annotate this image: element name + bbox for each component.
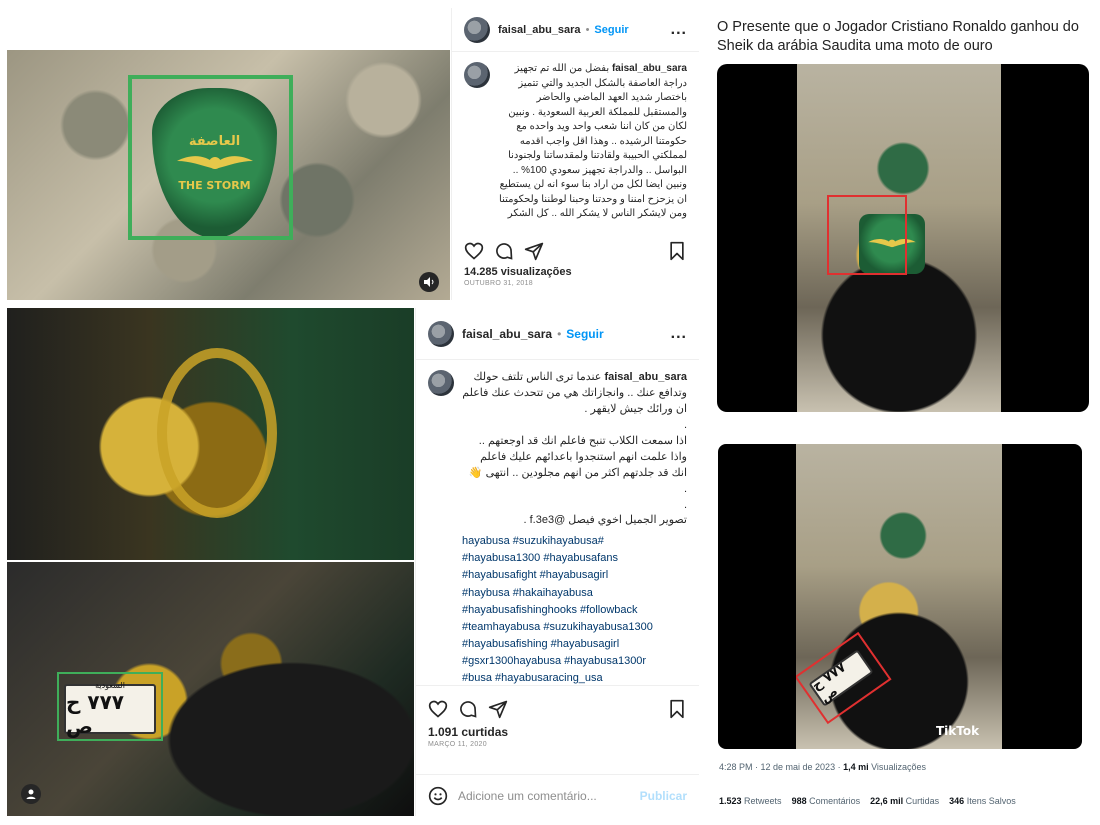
tweet-views-value: 1,4 mi	[843, 762, 869, 772]
views-count: 14.285 visualizações	[464, 266, 572, 278]
hashtag-line[interactable]: #busa #hayabusaracing_usa	[462, 670, 687, 685]
username[interactable]: faisal_abu_sara	[462, 327, 552, 341]
more-options-button[interactable]: ...	[671, 325, 687, 343]
more-options-button[interactable]: ...	[671, 21, 687, 39]
share-icon[interactable]	[524, 241, 544, 261]
heart-icon[interactable]	[464, 241, 484, 261]
caption-line: .	[683, 418, 687, 431]
tweet-stats: 1.523 Retweets 988 Comentários 22,6 mil …	[719, 796, 1016, 806]
retweets-stat[interactable]: 1.523 Retweets	[719, 796, 782, 806]
hashtag-line[interactable]: #teamhayabusa #suzukihayabusa1300	[462, 619, 687, 636]
video-frame-1	[797, 64, 1001, 412]
bookmark-icon[interactable]	[667, 241, 687, 261]
comment-icon[interactable]	[494, 241, 514, 261]
separator: •	[585, 23, 590, 36]
hashtag-line[interactable]: #gsxr1300hayabusa #hayabusa1300r	[462, 653, 687, 670]
hashtag-line[interactable]: hayabusa #suzukihayabusa#	[462, 533, 687, 550]
hashtag-line[interactable]: #hayabusafishinghooks #followback	[462, 602, 687, 619]
share-icon[interactable]	[488, 699, 508, 719]
separator: •	[557, 326, 562, 341]
post2-caption: faisal_abu_sara عندما ترى الناس تلتف حول…	[416, 360, 699, 685]
publish-button[interactable]: Publicar	[640, 789, 687, 803]
comments-value: 988	[791, 796, 807, 806]
post-date: MARÇO 11, 2020	[428, 741, 487, 748]
avatar[interactable]	[464, 16, 490, 43]
sound-button[interactable]	[419, 272, 439, 292]
post-date: OUTUBRO 31, 2018	[464, 280, 533, 287]
tweet-text: O Presente que o Jogador Cristiano Ronal…	[717, 19, 1079, 54]
user-tag-icon	[26, 789, 36, 799]
caption-line: تصوير الجميل اخوي فيصل @f.3e3 .	[523, 514, 687, 527]
post1-actions	[452, 236, 699, 266]
follow-button[interactable]: Seguir	[594, 24, 628, 36]
highlight-box-red	[827, 195, 907, 275]
post1-caption: faisal_abu_sara بفضل من الله تم تجهيز در…	[452, 52, 699, 236]
highlight-box-green	[128, 75, 293, 240]
post1-side-panel: faisal_abu_sara • Seguir ... faisal_abu_…	[451, 8, 699, 300]
post2-side-panel: faisal_abu_sara • Seguir ... faisal_abu_…	[415, 308, 699, 816]
highlight-box-red-plate	[796, 631, 892, 725]
post2-header: faisal_abu_sara • Seguir ...	[416, 308, 699, 360]
hashtag-line[interactable]: #hayabusafishing #hayabusagirl	[462, 636, 687, 653]
user-tag-button[interactable]	[21, 784, 41, 804]
saved-value: 346	[949, 796, 965, 806]
caption-text: بفضل من الله تم تجهيز دراجة العاصفة بالش…	[499, 63, 687, 219]
caption-avatar[interactable]	[428, 370, 454, 396]
tweet-time: 4:28 PM · 12 de mai de 2023 ·	[719, 762, 844, 772]
retweets-label: Retweets	[741, 796, 782, 806]
highlight-box-green-plate	[57, 672, 163, 741]
emoji-icon[interactable]	[428, 786, 448, 806]
caption-avatar[interactable]	[464, 62, 490, 88]
hashtag-line[interactable]: #hayabusafight #hayabusagirl	[462, 567, 687, 584]
bookmark-icon[interactable]	[667, 699, 687, 719]
caption-line: .	[683, 482, 687, 495]
saved-stat[interactable]: 346 Itens Salvos	[949, 796, 1016, 806]
caption-body: faisal_abu_sara عندما ترى الناس تلتف حول…	[462, 370, 687, 529]
likes-label: Curtidas	[903, 796, 940, 806]
comment-input[interactable]: Adicione um comentário...	[458, 789, 597, 803]
video-frame-2: ٧٧٧ ح ص TikTok	[796, 444, 1002, 749]
tweet-views-label: Visualizações	[868, 762, 926, 772]
username[interactable]: faisal_abu_sara	[498, 24, 581, 36]
caption-username[interactable]: faisal_abu_sara	[604, 371, 687, 383]
retweets-value: 1.523	[719, 796, 742, 806]
comment-icon[interactable]	[458, 699, 478, 719]
post1-image: العاصفة THE STORM	[7, 50, 450, 300]
post2-actions	[416, 685, 699, 725]
tiktok-watermark: TikTok	[936, 724, 980, 738]
post2-image-bottom: السعودية ٧٧٧ ح ص	[7, 562, 414, 816]
likes-value: 22,6 mil	[870, 796, 904, 806]
saved-label: Itens Salvos	[964, 796, 1016, 806]
avatar[interactable]	[428, 320, 454, 347]
gold-wheel	[157, 348, 277, 518]
hashtag-line[interactable]: #haybusa #hakaihayabusa	[462, 585, 687, 602]
comments-label: Comentários	[806, 796, 861, 806]
likes-stat[interactable]: 22,6 mil Curtidas	[870, 796, 939, 806]
caption-body: faisal_abu_sara بفضل من الله تم تجهيز در…	[498, 62, 687, 226]
sound-icon	[424, 277, 434, 287]
comments-stat[interactable]: 988 Comentários	[792, 796, 861, 806]
tweet-video-2[interactable]: ٧٧٧ ح ص TikTok	[718, 444, 1082, 749]
post1-header: faisal_abu_sara • Seguir ...	[452, 8, 699, 52]
caption-username[interactable]: faisal_abu_sara	[612, 63, 687, 74]
tweet-video-1[interactable]	[717, 64, 1089, 412]
follow-button[interactable]: Seguir	[566, 327, 603, 341]
heart-icon[interactable]	[428, 699, 448, 719]
caption-line: اذا سمعت الكلاب تنبح فاعلم انك قد اوجعته…	[468, 434, 687, 479]
post2-image-top	[7, 308, 414, 560]
hashtag-list: hayabusa #suzukihayabusa# #hayabusa1300 …	[462, 533, 687, 685]
comment-bar: Adicione um comentário... Publicar	[416, 774, 699, 816]
caption-line: .	[683, 498, 687, 511]
hashtag-line[interactable]: #hayabusa1300 #hayabusafans	[462, 550, 687, 567]
tweet-meta: 4:28 PM · 12 de mai de 2023 · 1,4 mi Vis…	[719, 762, 926, 772]
likes-count: 1.091 curtidas	[428, 725, 509, 739]
